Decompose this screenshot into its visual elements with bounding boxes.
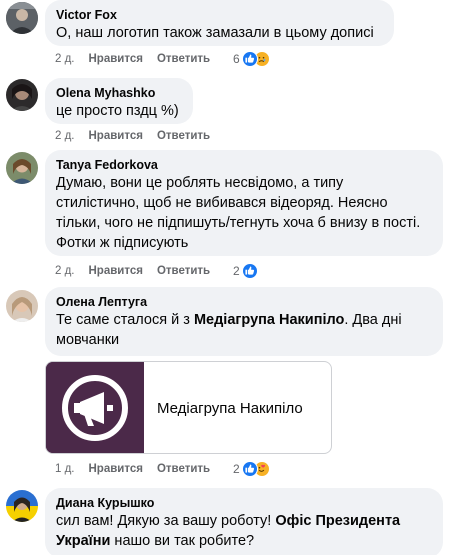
comment-text: О, наш логотип також замазали в цьому до… [56,25,374,41]
comment-text-line: тільки, чого не підпишуть/тегнуть хоча б… [56,215,421,231]
avatar-image [6,490,38,522]
reply-button[interactable]: Ответить [157,463,210,475]
comment-text: сил вам! Дякую за вашу роботу! Офіс През… [56,511,432,551]
avatar[interactable] [6,290,38,322]
link-preview-card[interactable]: Медіагрупа Накипіло [45,361,332,454]
link-card-title[interactable]: Медіагрупа Накипіло [157,400,303,417]
comment-actions: 2 д. Нравится Ответить [55,130,224,142]
page-logo [46,362,144,453]
like-icon [241,51,258,67]
like-button[interactable]: Нравится [89,265,143,277]
comment-time[interactable]: 1 д. [55,463,75,475]
comment-text: Думаю, вони це роблять несвідомо, а типу… [56,173,432,253]
avatar-image [6,79,38,111]
mention-link[interactable]: Медіагрупа Накипіло [194,312,344,328]
comment-text-line: мовчанки [56,332,120,348]
comment-author[interactable]: Tanya Fedorkova [56,157,432,173]
like-button[interactable]: Нравится [89,130,143,142]
reaction-summary[interactable]: 6 [233,51,270,67]
comment-author[interactable]: Olena Myhashko [56,85,182,101]
comment-actions: 2 д. Нравится Ответить [55,53,224,65]
comment-text-line: Фотки ж підписують [56,235,189,251]
comment-bubble: Диана Курышко сил вам! Дякую за вашу роб… [45,488,443,555]
comment-author[interactable]: Victor Fox [56,7,383,23]
mention-link[interactable]: Офіс Президента [275,513,400,529]
comment-time[interactable]: 2 д. [55,130,75,142]
comment-text-part: нашо ви так робите? [110,533,255,549]
comment-text-line: стилістично, щоб не вибивався відеоряд. … [56,195,388,211]
comment-actions: 2 д. Нравится Ответить [55,265,224,277]
comment-bubble: Victor Fox О, наш логотип також замазали… [45,0,394,46]
like-button[interactable]: Нравится [89,53,143,65]
comment-bubble: Tanya Fedorkova Думаю, вони це роблять н… [45,150,443,256]
comment-text-part: сил вам! Дякую за вашу роботу! [56,513,276,529]
reaction-summary[interactable]: 2 [233,461,270,477]
mention-link[interactable]: України [56,533,110,549]
like-button[interactable]: Нравится [89,463,143,475]
reaction-summary[interactable]: 2 [233,263,258,279]
reaction-count: 2 [233,264,240,278]
avatar[interactable] [6,79,38,111]
reply-button[interactable]: Ответить [157,265,210,277]
avatar-image [6,290,38,322]
comment-bubble: Олена Лептуга Те саме сталося й з Медіаг… [45,287,443,356]
reply-button[interactable]: Ответить [157,130,210,142]
reaction-count: 2 [233,462,240,476]
comment-text: Те саме сталося й з Медіагрупа Накипіло.… [56,310,432,350]
megaphone-logo-icon [46,362,144,453]
comment-actions: 1 д. Нравится Ответить [55,463,224,475]
avatar-image [6,2,38,34]
avatar[interactable] [6,2,38,34]
avatar-image [6,152,38,184]
like-icon [241,461,258,477]
comment-time[interactable]: 2 д. [55,53,75,65]
comment-text-part: . Два дні [344,312,402,328]
comment-author[interactable]: Диана Курышко [56,495,432,511]
comment-bubble: Olena Myhashko це просто пздц %) [45,78,193,124]
like-icon [241,263,258,279]
comment-text-part: Те саме сталося й з [56,312,194,328]
comment-time[interactable]: 2 д. [55,265,75,277]
avatar[interactable] [6,490,38,522]
comment-author[interactable]: Олена Лептуга [56,294,432,310]
reply-button[interactable]: Ответить [157,53,210,65]
reaction-count: 6 [233,52,240,66]
comment-text-line: Думаю, вони це роблять несвідомо, а типу [56,175,344,191]
comment-text: це просто пздц %) [56,103,179,119]
avatar[interactable] [6,152,38,184]
